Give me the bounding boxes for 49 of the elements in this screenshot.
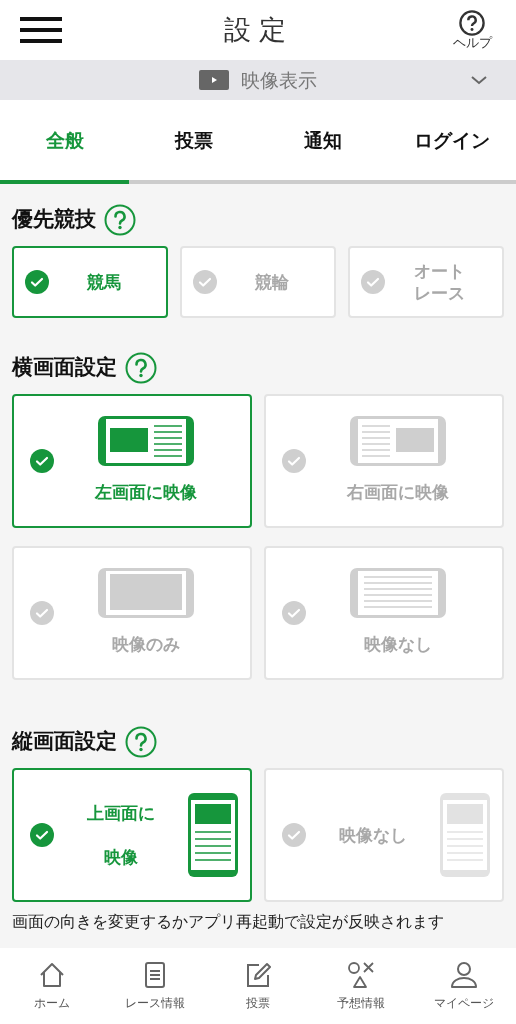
symbols-icon xyxy=(346,960,377,990)
check-icon xyxy=(30,601,54,625)
page-title: 設 定 xyxy=(222,12,288,47)
note-text: 画面の向きを変更するかアプリ再起動で設定が反映されます xyxy=(12,911,445,933)
layout-option[interactable]: 上画面に 映像 xyxy=(12,768,252,902)
chevron-down-icon xyxy=(470,74,488,86)
sport-option[interactable]: オート レース xyxy=(348,246,504,318)
check-icon xyxy=(361,270,385,294)
tab[interactable]: 通知 xyxy=(258,100,387,180)
help-icon[interactable] xyxy=(125,726,157,758)
help-icon[interactable] xyxy=(104,204,136,236)
check-icon xyxy=(30,823,54,847)
layout-option[interactable]: 左画面に映像 xyxy=(12,394,252,528)
check-icon xyxy=(282,601,306,625)
video-display-bar[interactable]: 映像表示 xyxy=(0,60,516,100)
landscape-phone-icon xyxy=(350,416,446,467)
layout-option[interactable]: 映像なし xyxy=(264,546,504,680)
section-title: 縦画面設定 xyxy=(12,728,117,756)
tab[interactable]: ログイン xyxy=(387,100,516,180)
portrait-phone-icon xyxy=(188,793,238,877)
nav-item[interactable]: マイページ xyxy=(412,948,516,1024)
landscape-phone-icon xyxy=(98,568,194,619)
layout-option[interactable]: 映像なし xyxy=(264,768,504,902)
check-icon xyxy=(282,823,306,847)
tab[interactable]: 投票 xyxy=(129,100,258,180)
nav-item[interactable]: ホーム xyxy=(0,948,104,1024)
section-title: 優先競技 xyxy=(12,206,96,234)
layout-option[interactable]: 右画面に映像 xyxy=(264,394,504,528)
help-icon xyxy=(459,10,485,36)
landscape-phone-icon xyxy=(98,416,194,467)
nav-item[interactable]: 予想情報 xyxy=(309,948,413,1024)
landscape-phone-icon xyxy=(350,568,446,619)
portrait-phone-icon xyxy=(440,793,490,877)
help-icon[interactable] xyxy=(125,352,157,384)
check-icon xyxy=(193,270,217,294)
layout-option[interactable]: 映像のみ xyxy=(12,546,252,680)
check-icon xyxy=(25,270,49,294)
person-icon xyxy=(449,960,480,990)
check-icon xyxy=(282,449,306,473)
nav-item[interactable]: 投票 xyxy=(206,948,310,1024)
play-icon xyxy=(199,70,229,90)
sport-option[interactable]: 競輪 xyxy=(180,246,336,318)
tab[interactable]: 全般 xyxy=(0,100,129,180)
menu-button[interactable] xyxy=(20,15,62,45)
check-icon xyxy=(30,449,54,473)
nav-item[interactable]: レース情報 xyxy=(103,948,207,1024)
sport-option[interactable]: 競馬 xyxy=(12,246,168,318)
section-title: 横画面設定 xyxy=(12,354,117,382)
help-button[interactable]: ヘルプ xyxy=(448,10,496,50)
